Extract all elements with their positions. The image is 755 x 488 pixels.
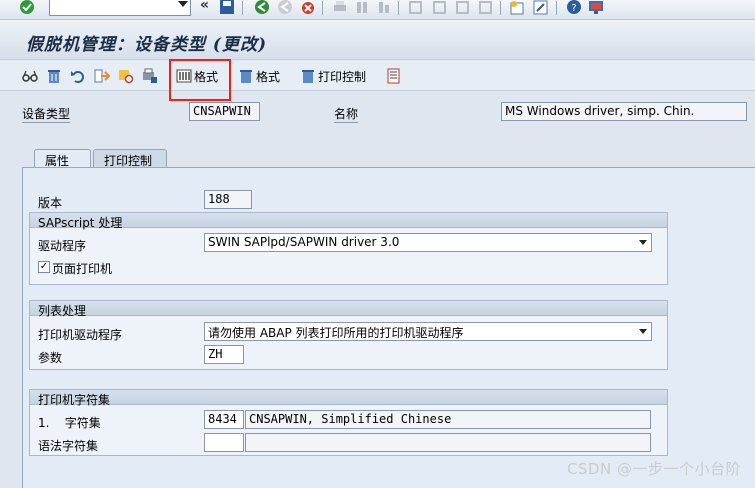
tab-attributes[interactable]: 属性 [34, 149, 91, 168]
page-title: 假脱机管理：设备类型 (更改) [26, 35, 268, 55]
find-next-icon[interactable] [376, 0, 392, 15]
trash-print-control-icon [302, 70, 314, 83]
document-list-icon[interactable] [386, 68, 402, 84]
application-toolbar: 格式 格式 打印控制 [0, 61, 755, 91]
grammar-charset-desc-field [245, 433, 651, 452]
device-type-field[interactable]: CNSAPWIN [189, 102, 260, 121]
delete-trash-icon[interactable] [46, 68, 62, 84]
print-icon[interactable] [332, 0, 348, 15]
device-search-icon[interactable] [118, 68, 134, 84]
param-label: 参数 [38, 351, 63, 365]
toolbar-separator [556, 1, 557, 15]
toolbar-separator [242, 1, 243, 15]
trash-format-icon [240, 70, 252, 83]
driver-select[interactable]: SWIN SAPlpd/SAPWIN driver 3.0 [204, 233, 652, 252]
charset-group-title: 打印机字符集 [29, 389, 668, 407]
format-button-2-label: 格式 [256, 69, 281, 84]
back-icon[interactable] [254, 0, 270, 15]
enter-check-icon[interactable] [18, 0, 36, 16]
charset-label: 1. 字符集 [38, 416, 101, 430]
print-control-button[interactable]: 打印控制 [300, 66, 366, 86]
page-printer-label: 页面打印机 [52, 262, 113, 276]
display-change-glasses-icon[interactable] [22, 68, 38, 84]
toolbar-separator [500, 1, 501, 15]
list-processing-group-title: 列表处理 [29, 300, 668, 318]
find-icon[interactable] [354, 0, 370, 15]
next-page-icon[interactable] [455, 0, 471, 15]
watermark: CSDN @一步一个小台阶 [566, 460, 741, 478]
exit-icon[interactable] [277, 0, 293, 15]
grammar-charset-code-field[interactable] [204, 433, 244, 452]
printer-driver-select[interactable]: 请勿使用 ABAP 列表打印所用的打印机驱动程序 [204, 322, 652, 341]
driver-label: 驱动程序 [38, 239, 87, 253]
chevron-down-icon[interactable] [178, 1, 188, 7]
help-icon[interactable]: ? [566, 0, 582, 15]
shortcut-icon[interactable] [533, 0, 549, 15]
first-page-icon[interactable] [408, 0, 424, 15]
printer-settings-icon[interactable] [142, 68, 158, 84]
version-field[interactable]: 188 [204, 190, 252, 209]
save-icon[interactable] [219, 0, 235, 15]
printer-driver-select-value: 请勿使用 ABAP 列表打印所用的打印机驱动程序 [208, 326, 464, 340]
system-toolbar: « ? [0, 0, 755, 20]
cancel-icon[interactable] [300, 0, 316, 15]
param-field[interactable]: ZH [204, 345, 244, 364]
toolbar-separator [322, 1, 323, 15]
name-label: 名称 [334, 107, 359, 123]
highlight-box [169, 59, 231, 101]
command-field[interactable] [49, 0, 191, 16]
device-type-label: 设备类型 [22, 107, 71, 123]
page-printer-checkbox[interactable]: ✓ [38, 261, 50, 273]
chevron-down-icon[interactable] [639, 329, 647, 334]
transfer-arrow-icon[interactable] [94, 68, 110, 84]
tab-print-control[interactable]: 打印控制 [93, 149, 167, 168]
charset-code-field[interactable]: 8434 [204, 410, 244, 429]
sapscript-group-title: SAPscript 处理 [29, 212, 668, 230]
charset-desc-field: CNSAPWIN, Simplified Chinese [245, 410, 651, 429]
customize-layout-icon[interactable] [588, 0, 604, 15]
printer-driver-label: 打印机驱动程序 [38, 328, 123, 342]
svg-text:?: ? [571, 3, 576, 14]
format-button-2[interactable]: 格式 [238, 66, 280, 86]
grammar-charset-label: 语法字符集 [38, 439, 99, 453]
title-bar: 假脱机管理：设备类型 (更改) [0, 20, 755, 60]
driver-select-value: SWIN SAPlpd/SAPWIN driver 3.0 [208, 235, 400, 249]
double-chevron-left-icon[interactable]: « [200, 0, 209, 13]
last-page-icon[interactable] [478, 0, 494, 15]
undo-icon[interactable] [70, 68, 86, 84]
version-label: 版本 [38, 196, 63, 210]
name-field[interactable]: MS Windows driver, simp. Chin. [501, 102, 747, 121]
new-session-icon[interactable] [510, 0, 526, 15]
toolbar-separator [398, 1, 399, 15]
previous-page-icon[interactable] [432, 0, 448, 15]
chevron-down-icon[interactable] [639, 240, 647, 245]
print-control-button-label: 打印控制 [318, 69, 367, 84]
